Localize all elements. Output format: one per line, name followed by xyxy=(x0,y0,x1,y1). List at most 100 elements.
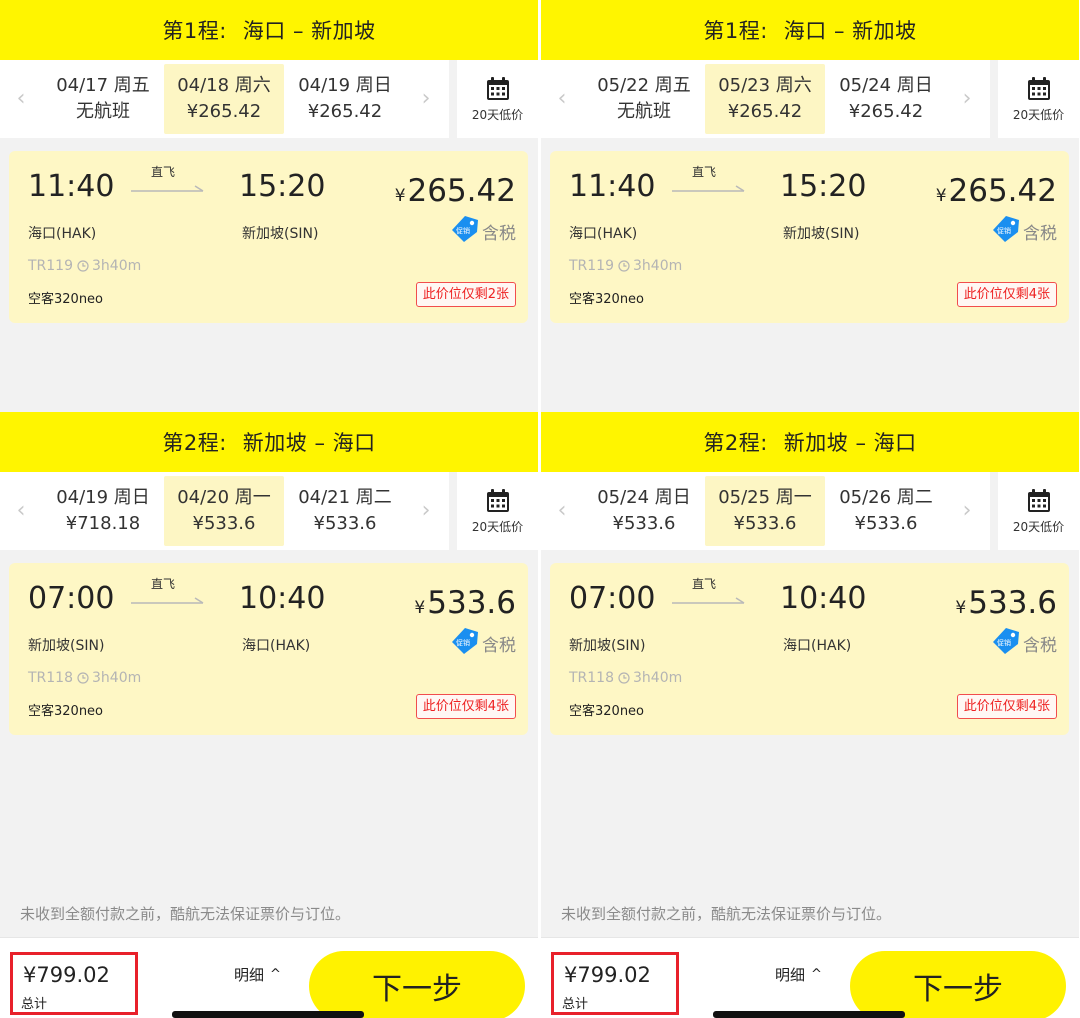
flight-duration: 3h40m xyxy=(92,670,142,686)
calendar-icon xyxy=(486,76,509,100)
chevron-left-icon[interactable]: ‹ xyxy=(555,499,569,523)
aircraft-type: 空客320neo xyxy=(28,292,104,307)
date-option-price: ¥533.6 xyxy=(313,513,377,534)
date-option[interactable]: 05/22 周五 无航班 xyxy=(584,64,704,134)
arrival-time: 10:40 xyxy=(239,581,326,616)
departure-airport: 海口(HAK) xyxy=(569,226,638,242)
date-option-price: ¥533.6 xyxy=(192,513,256,534)
chevron-left-icon[interactable]: ‹ xyxy=(14,499,28,523)
divider xyxy=(990,60,998,138)
bottom-bar: ¥799.02 总计 明细 ^ 下一步 xyxy=(541,937,1079,1018)
flight-duration: 3h40m xyxy=(633,670,683,686)
date-option-date: 04/17 周五 xyxy=(56,75,150,96)
chevron-right-icon[interactable]: › xyxy=(960,87,974,111)
leg-header: 第1程: 海口 – 新加坡 xyxy=(541,0,1079,60)
arrival-airport: 海口(HAK) xyxy=(783,638,852,654)
date-option-date: 05/25 周一 xyxy=(718,487,812,508)
flight-info: TR118 3h40m xyxy=(569,670,682,686)
low-price-calendar-button[interactable]: 20天低价 xyxy=(998,472,1079,550)
bottom-bar: ¥799.02 总计 明细 ^ 下一步 xyxy=(0,937,538,1018)
flight-card[interactable]: 11:40 直飞 15:20 海口(HAK) 新加坡(SIN) ¥ 265.42… xyxy=(550,151,1069,323)
date-option[interactable]: 05/25 周一 ¥533.6 xyxy=(705,476,825,546)
date-option-date: 04/20 周一 xyxy=(177,487,271,508)
date-option[interactable]: 04/17 周五 无航班 xyxy=(43,64,163,134)
low-price-calendar-button[interactable]: 20天低价 xyxy=(457,60,538,138)
clock-icon xyxy=(618,260,630,272)
aircraft-type: 空客320neo xyxy=(569,292,645,307)
flight-card[interactable]: 07:00 直飞 10:40 新加坡(SIN) 海口(HAK) ¥ 533.6 … xyxy=(550,563,1069,735)
flight-info: TR118 3h40m xyxy=(28,670,141,686)
tax-included-label: 含税 xyxy=(482,224,516,244)
promo-tag-icon: 促销 xyxy=(993,628,1019,654)
date-option[interactable]: 05/23 周六 ¥265.42 xyxy=(705,64,825,134)
flight-number: TR118 xyxy=(28,670,74,686)
date-option-price: ¥265.42 xyxy=(848,101,924,122)
calendar-label: 20天低价 xyxy=(1012,107,1065,122)
low-price-calendar-button[interactable]: 20天低价 xyxy=(457,472,538,550)
booking-panel-may: 第1程: 海口 – 新加坡 ‹ 05/22 周五 无航班 05/23 周六 ¥2… xyxy=(541,0,1079,1018)
arrival-airport: 新加坡(SIN) xyxy=(783,226,860,242)
currency-symbol: ¥ xyxy=(935,186,947,206)
date-option-date: 05/22 周五 xyxy=(597,75,691,96)
date-option-price: ¥718.18 xyxy=(65,513,141,534)
flight-card[interactable]: 11:40 直飞 15:20 海口(HAK) 新加坡(SIN) ¥ 265.42… xyxy=(9,151,528,323)
low-price-calendar-button[interactable]: 20天低价 xyxy=(998,60,1079,138)
chevron-left-icon[interactable]: ‹ xyxy=(555,87,569,111)
date-option-date: 04/21 周二 xyxy=(298,487,392,508)
divider xyxy=(449,60,457,138)
payment-notice: 未收到全额付款之前，酷航无法保证票价与订位。 xyxy=(20,905,351,923)
departure-airport: 海口(HAK) xyxy=(28,226,97,242)
date-option-date: 05/26 周二 xyxy=(839,487,933,508)
arrival-airport: 新加坡(SIN) xyxy=(242,226,319,242)
chevron-right-icon[interactable]: › xyxy=(419,499,433,523)
chevron-left-icon[interactable]: ‹ xyxy=(14,87,28,111)
date-option-price: ¥265.42 xyxy=(727,101,803,122)
detail-label: 明细 xyxy=(234,966,265,984)
next-step-button[interactable]: 下一步 xyxy=(309,951,525,1018)
chevron-right-icon[interactable]: › xyxy=(960,499,974,523)
date-option-price: 无航班 xyxy=(617,101,671,122)
direct-flight-label: 直飞 xyxy=(151,165,176,179)
date-option[interactable]: 04/19 周日 ¥265.42 xyxy=(285,64,405,134)
svg-text:促销: 促销 xyxy=(997,226,1011,235)
direct-flight-label: 直飞 xyxy=(151,577,176,591)
leg-label: 第1程: xyxy=(703,19,768,43)
date-option[interactable]: 05/24 周日 ¥533.6 xyxy=(584,476,704,546)
leg-route: 新加坡 – 海口 xyxy=(242,431,376,455)
total-price-box: ¥799.02 总计 xyxy=(10,952,138,1015)
calendar-label: 20天低价 xyxy=(471,519,524,534)
fare-price: ¥ 533.6 xyxy=(955,585,1057,621)
arrival-time: 15:20 xyxy=(780,169,867,204)
date-selector: ‹ 05/24 周日 ¥533.6 05/25 周一 ¥533.6 05/26 … xyxy=(541,472,1079,550)
next-step-button[interactable]: 下一步 xyxy=(850,951,1066,1018)
date-option[interactable]: 05/26 周二 ¥533.6 xyxy=(826,476,946,546)
date-option[interactable]: 05/24 周日 ¥265.42 xyxy=(826,64,946,134)
date-option[interactable]: 04/21 周二 ¥533.6 xyxy=(285,476,405,546)
date-selector: ‹ 04/17 周五 无航班 04/18 周六 ¥265.42 04/19 周日… xyxy=(0,60,538,138)
date-option[interactable]: 04/19 周日 ¥718.18 xyxy=(43,476,163,546)
booking-panel-april: 第1程: 海口 – 新加坡 ‹ 04/17 周五 无航班 04/18 周六 ¥2… xyxy=(0,0,538,1018)
direct-flight-label: 直飞 xyxy=(692,577,717,591)
chevron-right-icon[interactable]: › xyxy=(419,87,433,111)
caret-up-icon: ^ xyxy=(270,967,281,982)
clock-icon xyxy=(618,672,630,684)
tax-included-label: 含税 xyxy=(482,636,516,656)
price-detail-toggle[interactable]: 明细 ^ xyxy=(234,964,281,985)
date-option[interactable]: 04/18 周六 ¥265.42 xyxy=(164,64,284,134)
promo-tag-icon: 促销 xyxy=(993,216,1019,242)
arrow-icon xyxy=(672,597,745,604)
detail-label: 明细 xyxy=(775,966,806,984)
calendar-label: 20天低价 xyxy=(471,107,524,122)
flight-number: TR118 xyxy=(569,670,615,686)
aircraft-type: 空客320neo xyxy=(569,704,645,719)
date-option[interactable]: 04/20 周一 ¥533.6 xyxy=(164,476,284,546)
arrival-airport: 海口(HAK) xyxy=(242,638,311,654)
aircraft-type: 空客320neo xyxy=(28,704,104,719)
leg-header: 第2程: 新加坡 – 海口 xyxy=(541,412,1079,472)
departure-time: 07:00 xyxy=(569,581,656,616)
direct-flight-label: 直飞 xyxy=(692,165,717,179)
price-detail-toggle[interactable]: 明细 ^ xyxy=(775,964,822,985)
flight-card[interactable]: 07:00 直飞 10:40 新加坡(SIN) 海口(HAK) ¥ 533.6 … xyxy=(9,563,528,735)
flight-info: TR119 3h40m xyxy=(28,258,141,274)
leg-label: 第2程: xyxy=(162,431,227,455)
